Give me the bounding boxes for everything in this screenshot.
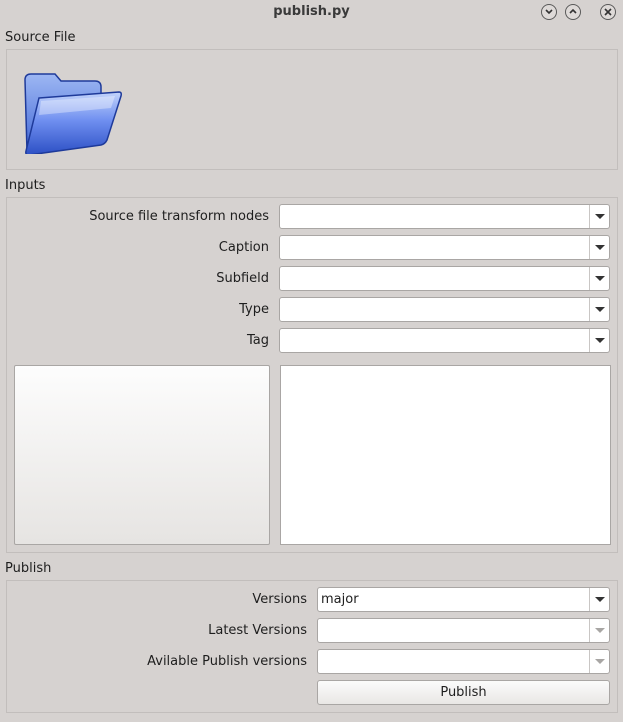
versions-value: major <box>321 592 359 607</box>
publish-button[interactable]: Publish <box>317 680 610 705</box>
chevron-down-icon <box>545 9 553 15</box>
close-icon <box>604 8 612 16</box>
tag-label: Tag <box>246 333 269 348</box>
source-transform-nodes-label: Source file transform nodes <box>89 209 269 224</box>
chevron-up-icon <box>569 8 577 14</box>
dropdown-arrow-icon[interactable] <box>589 267 609 290</box>
folder-icon[interactable] <box>21 68 123 156</box>
source-transform-nodes-combo[interactable] <box>279 204 610 229</box>
latest-versions-combo[interactable] <box>317 618 610 643</box>
tag-combo[interactable] <box>279 328 610 353</box>
close-button[interactable] <box>600 4 616 20</box>
versions-combo[interactable]: major <box>317 587 610 612</box>
subfield-combo[interactable] <box>279 266 610 291</box>
maximize-button[interactable] <box>565 4 581 20</box>
caption-label: Caption <box>218 240 269 255</box>
dropdown-arrow-icon[interactable] <box>589 619 609 642</box>
details-list[interactable] <box>280 365 611 545</box>
dropdown-arrow-icon[interactable] <box>589 236 609 259</box>
latest-versions-label: Latest Versions <box>208 623 307 638</box>
source-file-group <box>6 49 618 170</box>
caption-combo[interactable] <box>279 235 610 260</box>
inputs-group: Source file transform nodes Caption Subf… <box>6 197 618 553</box>
versions-label: Versions <box>252 592 307 607</box>
minimize-button[interactable] <box>541 4 557 20</box>
type-combo[interactable] <box>279 297 610 322</box>
inputs-label: Inputs <box>5 178 46 193</box>
type-label: Type <box>239 302 269 317</box>
dropdown-arrow-icon[interactable] <box>589 205 609 228</box>
publish-group: Versions major Latest Versions Avilable … <box>6 580 618 713</box>
dropdown-arrow-icon[interactable] <box>589 298 609 321</box>
dropdown-arrow-icon[interactable] <box>589 650 609 673</box>
dropdown-arrow-icon[interactable] <box>589 329 609 352</box>
available-versions-label: Avilable Publish versions <box>147 654 307 669</box>
title-bar: publish.py <box>0 0 623 26</box>
available-versions-combo[interactable] <box>317 649 610 674</box>
source-file-label: Source File <box>5 30 76 45</box>
subfield-label: Subfield <box>216 271 269 286</box>
dropdown-arrow-icon[interactable] <box>589 588 609 611</box>
publish-label: Publish <box>5 561 52 576</box>
window-title: publish.py <box>273 4 350 19</box>
preview-list[interactable] <box>14 365 270 545</box>
